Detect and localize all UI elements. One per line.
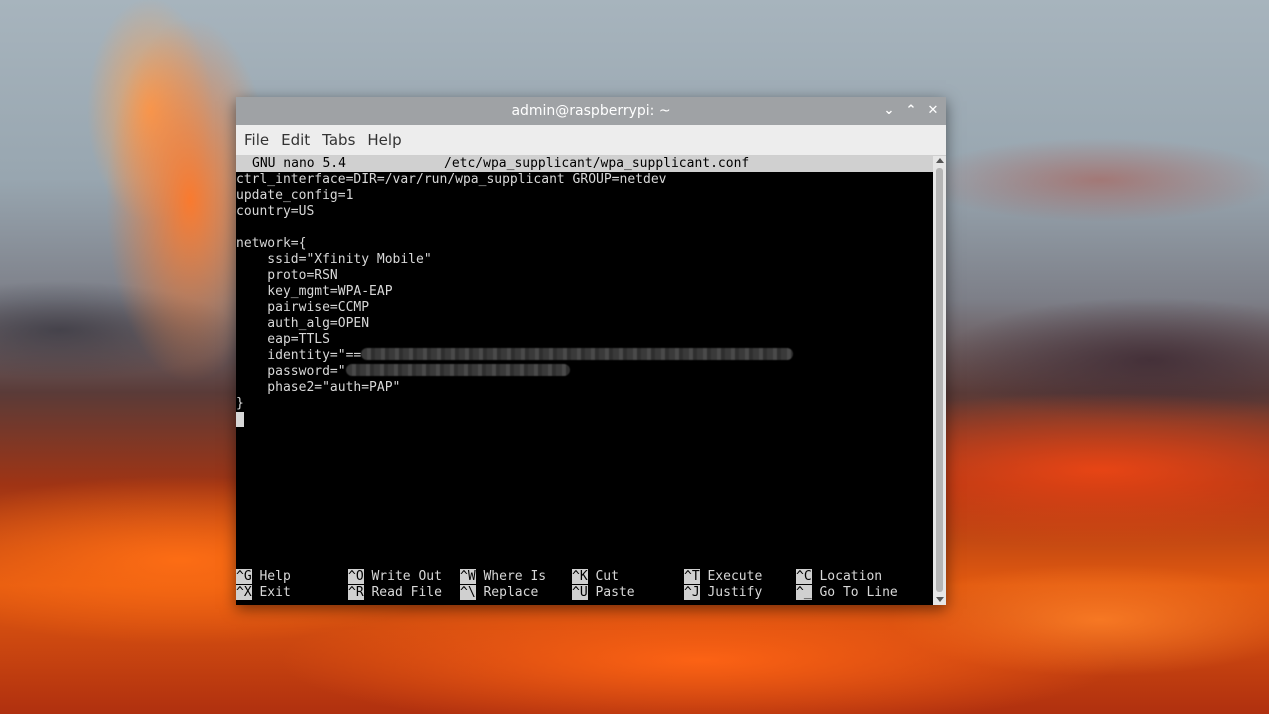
shortcut-go-to-line[interactable]: ^_ Go To Line xyxy=(796,585,898,601)
shortcut-location[interactable]: ^C Location xyxy=(796,569,882,585)
window-titlebar[interactable]: admin@raspberrypi: ~ ⌄ ⌃ ✕ xyxy=(236,97,946,125)
file-line: auth_alg=OPEN xyxy=(236,316,370,331)
terminal-area[interactable]: GNU nano 5.4 /etc/wpa_supplicant/wpa_sup… xyxy=(236,156,933,605)
text-cursor xyxy=(236,412,244,427)
file-line: key_mgmt=WPA-EAP xyxy=(236,284,393,299)
close-icon[interactable]: ✕ xyxy=(924,102,942,120)
menu-tabs[interactable]: Tabs xyxy=(316,131,361,149)
file-line: country=US xyxy=(236,204,315,219)
file-line: } xyxy=(236,396,244,411)
shortcut-write-out[interactable]: ^O Write Out xyxy=(348,569,442,585)
password-text: password=" xyxy=(236,364,346,379)
file-line: network={ xyxy=(236,236,307,251)
nano-shortcuts: ^G Help ^O Write Out ^W Where Is ^K Cut … xyxy=(236,569,933,601)
scroll-up-icon[interactable] xyxy=(936,158,944,163)
vertical-scrollbar[interactable] xyxy=(933,156,946,605)
shortcut-row: ^X Exit ^R Read File ^\ Replace ^U Paste… xyxy=(236,585,933,601)
nano-version: GNU nano 5.4 xyxy=(252,156,346,171)
identity-text: identity="== xyxy=(236,348,362,363)
scroll-down-icon[interactable] xyxy=(936,597,944,602)
nano-header: GNU nano 5.4 /etc/wpa_supplicant/wpa_sup… xyxy=(236,156,933,172)
scroll-thumb[interactable] xyxy=(936,168,943,592)
menu-help[interactable]: Help xyxy=(361,131,407,149)
shortcut-help[interactable]: ^G Help xyxy=(236,569,291,585)
shortcut-read-file[interactable]: ^R Read File xyxy=(348,585,442,601)
terminal-window: admin@raspberrypi: ~ ⌄ ⌃ ✕ File Edit Tab… xyxy=(236,97,946,605)
minimize-icon[interactable]: ⌄ xyxy=(880,102,898,120)
shortcut-execute[interactable]: ^T Execute xyxy=(684,569,762,585)
nano-filename: /etc/wpa_supplicant/wpa_supplicant.conf xyxy=(444,156,750,171)
file-line-password: password=" xyxy=(236,364,933,380)
file-line xyxy=(236,220,933,236)
file-line: ctrl_interface=DIR=/var/run/wpa_supplica… xyxy=(236,172,667,187)
file-line-identity: identity="== xyxy=(236,348,933,364)
shortcut-where-is[interactable]: ^W Where Is xyxy=(460,569,546,585)
window-title: admin@raspberrypi: ~ xyxy=(511,103,671,119)
menu-edit[interactable]: Edit xyxy=(275,131,316,149)
shortcut-replace[interactable]: ^\ Replace xyxy=(460,585,538,601)
redacted-identity xyxy=(361,348,794,360)
file-line: phase2="auth=PAP" xyxy=(236,380,401,395)
shortcut-paste[interactable]: ^U Paste xyxy=(572,585,635,601)
window-controls: ⌄ ⌃ ✕ xyxy=(880,97,942,125)
maximize-icon[interactable]: ⌃ xyxy=(902,102,920,120)
file-line: eap=TTLS xyxy=(236,332,330,347)
menubar: File Edit Tabs Help xyxy=(236,125,946,156)
file-line: ssid="Xfinity Mobile" xyxy=(236,252,432,267)
file-line: pairwise=CCMP xyxy=(236,300,370,315)
file-line: update_config=1 xyxy=(236,188,354,203)
file-line: proto=RSN xyxy=(236,268,338,283)
shortcut-cut[interactable]: ^K Cut xyxy=(572,569,619,585)
cursor-line xyxy=(236,412,933,428)
redacted-password xyxy=(345,364,570,376)
shortcut-justify[interactable]: ^J Justify xyxy=(684,585,762,601)
shortcut-exit[interactable]: ^X Exit xyxy=(236,585,291,601)
shortcut-row: ^G Help ^O Write Out ^W Where Is ^K Cut … xyxy=(236,569,933,585)
menu-file[interactable]: File xyxy=(238,131,275,149)
